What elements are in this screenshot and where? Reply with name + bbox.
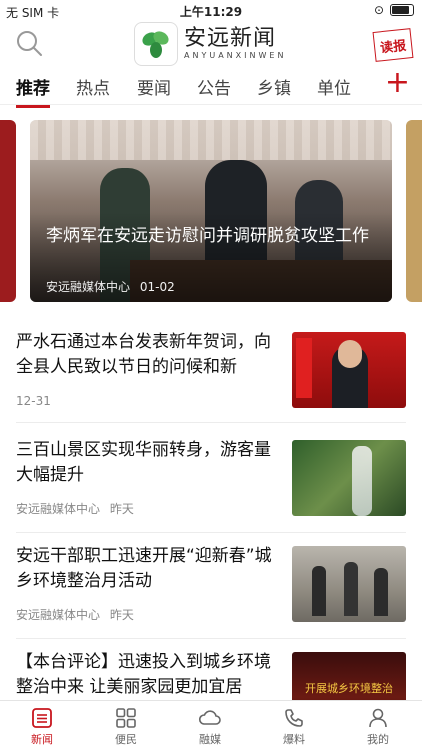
banner-title: 李炳军在安远走访慰问并调研脱贫攻坚工作	[46, 226, 369, 246]
tab-hot[interactable]: 热点	[76, 74, 110, 99]
tabbar-label: 便民	[115, 733, 137, 746]
news-date: 昨天	[109, 608, 134, 622]
thumbnail-caption: 开展城乡环境整治	[305, 682, 393, 695]
news-source: 安远融媒体中心	[16, 502, 101, 516]
divider	[16, 638, 406, 639]
divider	[16, 532, 406, 533]
logo-subtitle: ANYUANXINWEN	[184, 51, 287, 60]
phone-icon	[264, 705, 324, 731]
status-bar: 无 SIM 卡 上午11:29 ⊙	[0, 0, 422, 22]
news-date: 12-31	[16, 394, 51, 408]
read-paper-button[interactable]: 读报	[372, 28, 414, 62]
banner-meta: 安远融媒体中心 01-02	[46, 278, 175, 295]
news-thumbnail	[292, 332, 406, 408]
tabbar-label: 我的	[367, 733, 389, 746]
add-channel-icon[interactable]: +	[385, 68, 410, 98]
user-icon	[348, 705, 408, 731]
news-item[interactable]: 【本台评论】迅速投入到城乡环境整治中来 让美丽家园更加宜居 开展城乡环境整治	[0, 640, 422, 700]
news-item[interactable]: 三百山景区实现华丽转身，游客量大幅提升 安远融媒体中心 昨天	[0, 424, 422, 534]
news-thumbnail: 开展城乡环境整治	[292, 652, 406, 700]
bottom-tab-bar: 新闻 便民 融媒 爆料 我的	[0, 700, 422, 751]
next-slide-peek[interactable]	[406, 120, 422, 302]
tab-township[interactable]: 乡镇	[257, 74, 291, 99]
banner-source: 安远融媒体中心	[46, 280, 131, 294]
logo-leaf-icon	[134, 22, 178, 66]
news-source: 安远融媒体中心	[16, 608, 101, 622]
tab-headlines[interactable]: 要闻	[137, 74, 171, 99]
news-title: 三百山景区实现华丽转身，游客量大幅提升	[16, 440, 271, 485]
news-meta: 安远融媒体中心 昨天	[16, 606, 134, 623]
orientation-lock-icon: ⊙	[373, 3, 384, 17]
news-title: 【本台评论】迅速投入到城乡环境整治中来 让美丽家园更加宜居	[16, 652, 271, 697]
channel-tabs: 推荐 热点 要闻 公告 乡镇 单位 +	[0, 66, 422, 108]
tabbar-media[interactable]: 融媒	[180, 705, 240, 747]
cloud-icon	[180, 705, 240, 731]
news-list-icon	[12, 705, 72, 731]
tab-unit[interactable]: 单位	[317, 74, 351, 99]
tabbar-news[interactable]: 新闻	[12, 705, 72, 747]
clock: 上午11:29	[179, 5, 243, 19]
news-thumbnail	[292, 546, 406, 622]
app-header: 安远新闻 ANYUANXINWEN 读报	[0, 22, 422, 66]
news-item[interactable]: 严水石通过本台发表新年贺词，向全县人民致以节日的问候和新 12-31	[0, 316, 422, 426]
banner-date: 01-02	[139, 280, 175, 294]
search-icon[interactable]	[14, 28, 44, 58]
tabbar-services[interactable]: 便民	[96, 705, 156, 747]
news-meta: 安远融媒体中心 昨天	[16, 500, 134, 517]
grid-icon	[96, 705, 156, 731]
news-meta: 12-31	[16, 394, 51, 408]
news-date: 昨天	[109, 502, 134, 516]
app-logo: 安远新闻 ANYUANXINWEN	[134, 22, 294, 66]
tab-notice[interactable]: 公告	[197, 74, 231, 99]
prev-slide-peek[interactable]	[0, 120, 16, 302]
news-title: 严水石通过本台发表新年贺词，向全县人民致以节日的问候和新	[16, 332, 271, 377]
divider	[16, 422, 406, 423]
banner-slide[interactable]: 李炳军在安远走访慰问并调研脱贫攻坚工作 安远融媒体中心 01-02	[30, 120, 392, 302]
banner-carousel[interactable]: 李炳军在安远走访慰问并调研脱贫攻坚工作 安远融媒体中心 01-02	[0, 120, 422, 304]
news-title: 安远干部职工迅速开展“迎新春”城乡环境整治月活动	[16, 546, 272, 591]
tabbar-report[interactable]: 爆料	[264, 705, 324, 747]
tabbar-profile[interactable]: 我的	[348, 705, 408, 747]
tab-recommend[interactable]: 推荐	[16, 74, 50, 108]
battery-icon	[390, 4, 414, 16]
logo-title: 安远新闻	[184, 26, 277, 51]
news-thumbnail	[292, 440, 406, 516]
tabbar-label: 融媒	[199, 733, 221, 746]
tabbar-label: 爆料	[283, 733, 305, 746]
tabbar-label: 新闻	[31, 733, 53, 746]
news-item[interactable]: 安远干部职工迅速开展“迎新春”城乡环境整治月活动 安远融媒体中心 昨天	[0, 534, 422, 644]
